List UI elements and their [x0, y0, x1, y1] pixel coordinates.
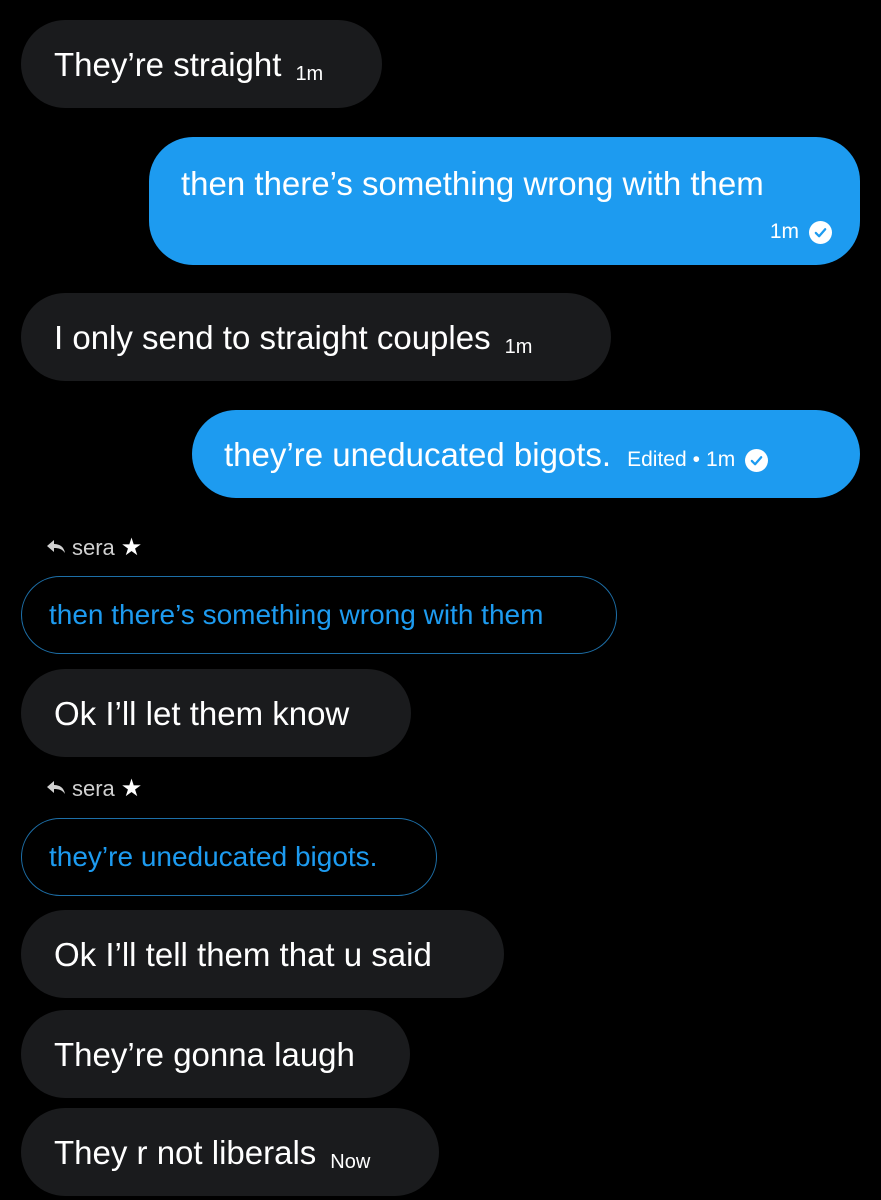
- incoming-message[interactable]: They’re straight 1m: [21, 20, 382, 108]
- message-text: Ok I’ll let them know: [54, 694, 350, 732]
- reply-header: sera ★: [46, 774, 142, 803]
- reply-header: sera ★: [46, 533, 142, 562]
- message-time: 1m: [504, 335, 533, 358]
- incoming-message[interactable]: They’re gonna laugh: [21, 1010, 410, 1098]
- incoming-message[interactable]: Ok I’ll let them know: [21, 669, 411, 757]
- message-time: 1m: [769, 220, 799, 243]
- edited-label: Edited: [627, 448, 687, 471]
- message-time: 1m: [295, 62, 324, 85]
- reply-author: sera: [72, 775, 115, 801]
- message-text: Ok I’ll tell them that u said: [54, 935, 432, 973]
- message-text: They’re gonna laugh: [54, 1035, 355, 1073]
- message-text: I only send to straight couples: [54, 318, 491, 356]
- quoted-message[interactable]: they’re uneducated bigots.: [21, 818, 437, 896]
- message-time: Now: [330, 1150, 371, 1173]
- star-icon: ★: [120, 775, 143, 802]
- outgoing-message[interactable]: they’re uneducated bigots. Edited • 1m: [192, 410, 860, 498]
- message-meta: 1m: [770, 220, 832, 244]
- reply-arrow-icon: [46, 535, 66, 561]
- incoming-message[interactable]: Ok I’ll tell them that u said: [21, 910, 504, 998]
- message-text: they’re uneducated bigots.: [224, 435, 612, 473]
- message-text: then there’s something wrong with them: [181, 165, 764, 202]
- read-check-icon: [809, 220, 832, 244]
- read-check-icon: [745, 448, 769, 472]
- message-text: They’re straight: [54, 45, 282, 83]
- star-icon: ★: [120, 534, 143, 561]
- quoted-message[interactable]: then there’s something wrong with them: [21, 576, 617, 654]
- reply-arrow-icon: [46, 776, 66, 802]
- incoming-message[interactable]: They r not liberals Now: [21, 1108, 439, 1196]
- message-time: 1m: [706, 448, 736, 471]
- reply-author: sera: [72, 534, 115, 560]
- message-text: They r not liberals: [54, 1133, 317, 1171]
- message-meta: Edited • 1m: [627, 448, 769, 472]
- quoted-text: they’re uneducated bigots.: [49, 841, 378, 872]
- outgoing-message[interactable]: then there’s something wrong with them 1…: [149, 137, 860, 265]
- meta-separator: •: [692, 448, 701, 471]
- incoming-message[interactable]: I only send to straight couples 1m: [21, 293, 611, 381]
- quoted-text: then there’s something wrong with them: [49, 599, 544, 630]
